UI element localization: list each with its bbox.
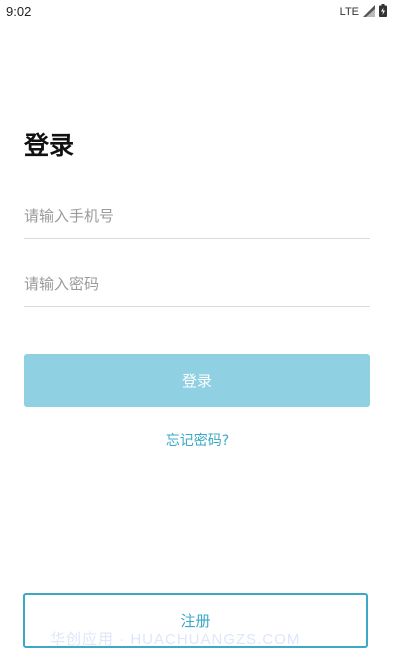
battery-icon xyxy=(379,4,387,20)
status-bar: 9:02 LTE xyxy=(0,0,395,24)
signal-icon xyxy=(363,4,375,20)
password-input[interactable] xyxy=(24,262,370,307)
phone-input[interactable] xyxy=(24,194,370,239)
forgot-password-link[interactable]: 忘记密码? xyxy=(0,430,395,450)
status-icons: LTE xyxy=(340,4,387,20)
network-type: LTE xyxy=(339,6,359,18)
register-button[interactable]: 注册 xyxy=(23,593,368,648)
login-button[interactable]: 登录 xyxy=(24,354,370,407)
status-time: 9:02 xyxy=(6,4,32,19)
page-title: 登录 xyxy=(24,131,75,160)
